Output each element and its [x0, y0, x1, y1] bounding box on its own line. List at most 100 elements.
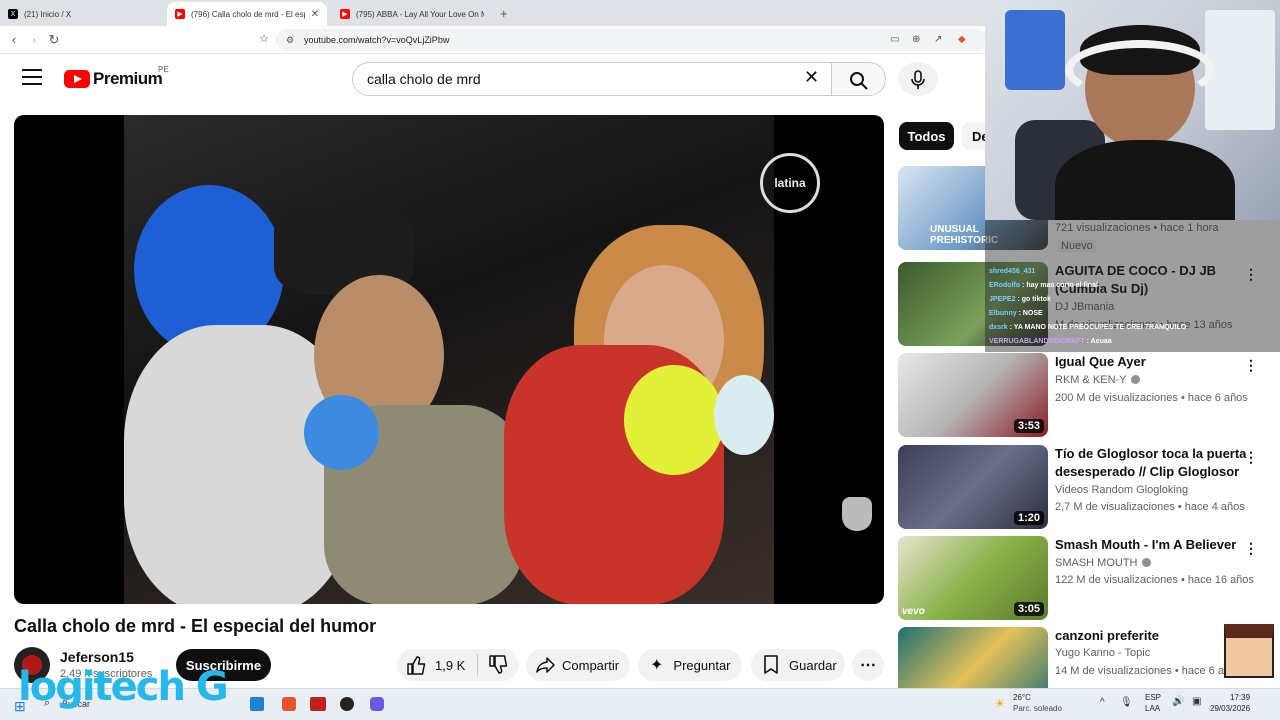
weather-temp[interactable]: 26°C	[1013, 693, 1031, 702]
reload-icon[interactable]: ↻	[46, 32, 62, 48]
chat-message: shred456_431	[989, 268, 1035, 275]
dislike-icon[interactable]	[487, 655, 509, 675]
channel-row: RKM & KEN-Y	[1055, 374, 1140, 386]
tab-youtube-active[interactable]: ▶ (796) Calla cholo de mrd - El esp ✕	[167, 2, 327, 26]
mic-tray-icon[interactable]: 🎙	[1120, 697, 1133, 708]
back-icon[interactable]: ‹	[6, 32, 22, 47]
youtube-logo-icon: ▶	[175, 9, 185, 19]
more-horizontal-icon: ⋯	[860, 657, 876, 674]
save-button[interactable]: Guardar	[751, 649, 845, 681]
more-actions-button[interactable]: ⋯	[852, 649, 884, 681]
clock-time[interactable]: 17:39	[1230, 693, 1250, 702]
cast-icon[interactable]: ▭	[890, 34, 899, 45]
volume-icon[interactable]: 🔊	[1172, 696, 1184, 707]
address-bar[interactable]: ⚙ youtube.com/watch?v=voQvLjZiPbw	[276, 29, 988, 51]
channel-row: SMASH MOUTH	[1055, 557, 1151, 569]
chat-username: Elbunny	[989, 310, 1017, 317]
app-icon[interactable]	[310, 697, 326, 711]
channel-name[interactable]: Jeferson15	[60, 649, 134, 665]
more-vertical-icon[interactable]: ⋮	[1244, 357, 1258, 374]
close-tab-icon[interactable]: ✕	[311, 9, 319, 20]
tab-youtube-abba[interactable]: ▶ (795) ABBA - Lay All Your Love On M	[332, 2, 492, 26]
like-icon[interactable]	[405, 655, 427, 675]
search-icon	[850, 72, 868, 90]
voice-search-button[interactable]	[898, 62, 938, 96]
video-thumbnail[interactable]	[898, 627, 1048, 688]
chat-message: Elbunny : NOSE	[989, 310, 1043, 317]
share-icon[interactable]: ↗	[934, 34, 942, 45]
brave-shield-icon[interactable]: ◆	[958, 34, 966, 45]
new-tab-icon[interactable]: +	[500, 6, 508, 21]
chip-all[interactable]: Todos	[899, 122, 954, 150]
clock-date[interactable]: 29/03/2026	[1210, 704, 1250, 713]
brave-browser-icon[interactable]	[282, 697, 296, 711]
video-thumbnail[interactable]: 1:20	[898, 445, 1048, 529]
duration-badge: 1:20	[1013, 511, 1044, 525]
discord-icon[interactable]	[370, 697, 384, 711]
forward-icon[interactable]: ›	[26, 32, 42, 47]
stream-chat-overlay: shred456_431 ERodolfo : hay mas corto el…	[985, 220, 1280, 352]
recommendation-item[interactable]: canzoni preferite Yugo Kanno - Topic 14 …	[898, 627, 1280, 688]
recommendation-item[interactable]: 3:53 Igual Que Ayer RKM & KEN-Y 200 M de…	[898, 353, 1280, 437]
more-vertical-icon[interactable]: ⋮	[1244, 540, 1258, 557]
ask-button[interactable]: ✦ Preguntar	[638, 649, 742, 681]
youtube-premium-logo[interactable]: Premium PE	[64, 65, 169, 89]
language-code[interactable]: ESP	[1145, 693, 1161, 702]
network-icon[interactable]: ▣	[1192, 696, 1201, 707]
video-title-label[interactable]: Igual Que Ayer	[1055, 353, 1255, 371]
tab-label: (21) Inicio / X	[24, 9, 72, 19]
ask-label: Preguntar	[673, 657, 731, 673]
channel-label[interactable]: RKM & KEN-Y	[1055, 374, 1127, 386]
vevo-logo: vevo	[902, 606, 925, 617]
video-player[interactable]: latina	[14, 115, 884, 604]
clear-search-icon[interactable]: ✕	[804, 67, 819, 88]
bookmark-icon[interactable]: ☆	[256, 32, 272, 45]
chat-text: YA MANO NOTE PREOCUPES TE CREI TRANQUILO	[1013, 324, 1187, 331]
chat-message: JPEPE2 : go tiktok	[989, 296, 1051, 303]
video-title-label[interactable]: Tío de Gloglosor toca la puerta desesper…	[1055, 445, 1255, 481]
site-info-icon[interactable]: ⚙	[286, 35, 294, 46]
obs-icon[interactable]	[340, 697, 354, 711]
chat-username: VERRUGABLANDODICRAFT	[989, 338, 1085, 345]
search-button[interactable]	[831, 62, 886, 96]
duration-badge: 3:05	[1013, 602, 1044, 616]
tray-chevron-icon[interactable]: ^	[1100, 697, 1105, 708]
zoom-icon[interactable]: ⊕	[912, 34, 920, 45]
weather-text[interactable]: Parc. soleado	[1013, 704, 1062, 713]
keyboard-layout[interactable]: LAA	[1145, 704, 1160, 713]
channel-label[interactable]: Videos Random Glogloking	[1055, 484, 1188, 496]
recommendation-item[interactable]: vevo 3:05 Smash Mouth - I'm A Believer S…	[898, 536, 1280, 620]
file-explorer-icon[interactable]	[250, 697, 264, 711]
youtube-play-icon	[64, 70, 90, 88]
video-meta: 14 M de visualizaciones • hace 6 años	[1055, 665, 1242, 677]
video-thumbnail[interactable]: 3:53	[898, 353, 1048, 437]
more-vertical-icon[interactable]: ⋮	[1244, 449, 1258, 466]
channel-label[interactable]: SMASH MOUTH	[1055, 557, 1138, 569]
like-dislike-group: 1,9 K	[397, 649, 519, 681]
bookmark-save-icon	[764, 655, 778, 674]
search-input[interactable]: calla cholo de mrd	[352, 62, 842, 96]
share-button[interactable]: Compartir	[526, 649, 630, 681]
streamer-shirt	[1055, 140, 1235, 220]
logitech-g-logo: logitech G	[18, 664, 229, 710]
hamburger-menu-icon[interactable]	[22, 69, 42, 90]
sparkle-icon: ✦	[650, 657, 664, 674]
webcam-overlay	[985, 0, 1280, 220]
channel-label[interactable]: Yugo Kanno - Topic	[1055, 647, 1150, 659]
shelf	[1205, 10, 1275, 130]
tab-label: (796) Calla cholo de mrd - El esp	[191, 9, 305, 19]
chat-username: JPEPE2	[989, 296, 1016, 303]
tab-label: (795) ABBA - Lay All Your Love On M	[356, 9, 484, 19]
video-title-label[interactable]: Smash Mouth - I'm A Believer	[1055, 536, 1255, 554]
yellow-microphone	[624, 365, 724, 475]
like-count[interactable]: 1,9 K	[435, 658, 465, 673]
youtube-header: Premium PE calla cholo de mrd ✕	[0, 54, 985, 106]
tab-x[interactable]: X (21) Inicio / X	[0, 2, 165, 26]
save-label: Guardar	[789, 657, 837, 673]
share-label: Compartir	[562, 657, 620, 673]
video-thumbnail[interactable]: vevo 3:05	[898, 536, 1048, 620]
recommendation-item[interactable]: 1:20 Tío de Gloglosor toca la puerta des…	[898, 445, 1280, 529]
white-microphone	[714, 375, 774, 455]
blue-microphone	[304, 395, 379, 470]
dog-sticker-icon	[842, 497, 872, 531]
